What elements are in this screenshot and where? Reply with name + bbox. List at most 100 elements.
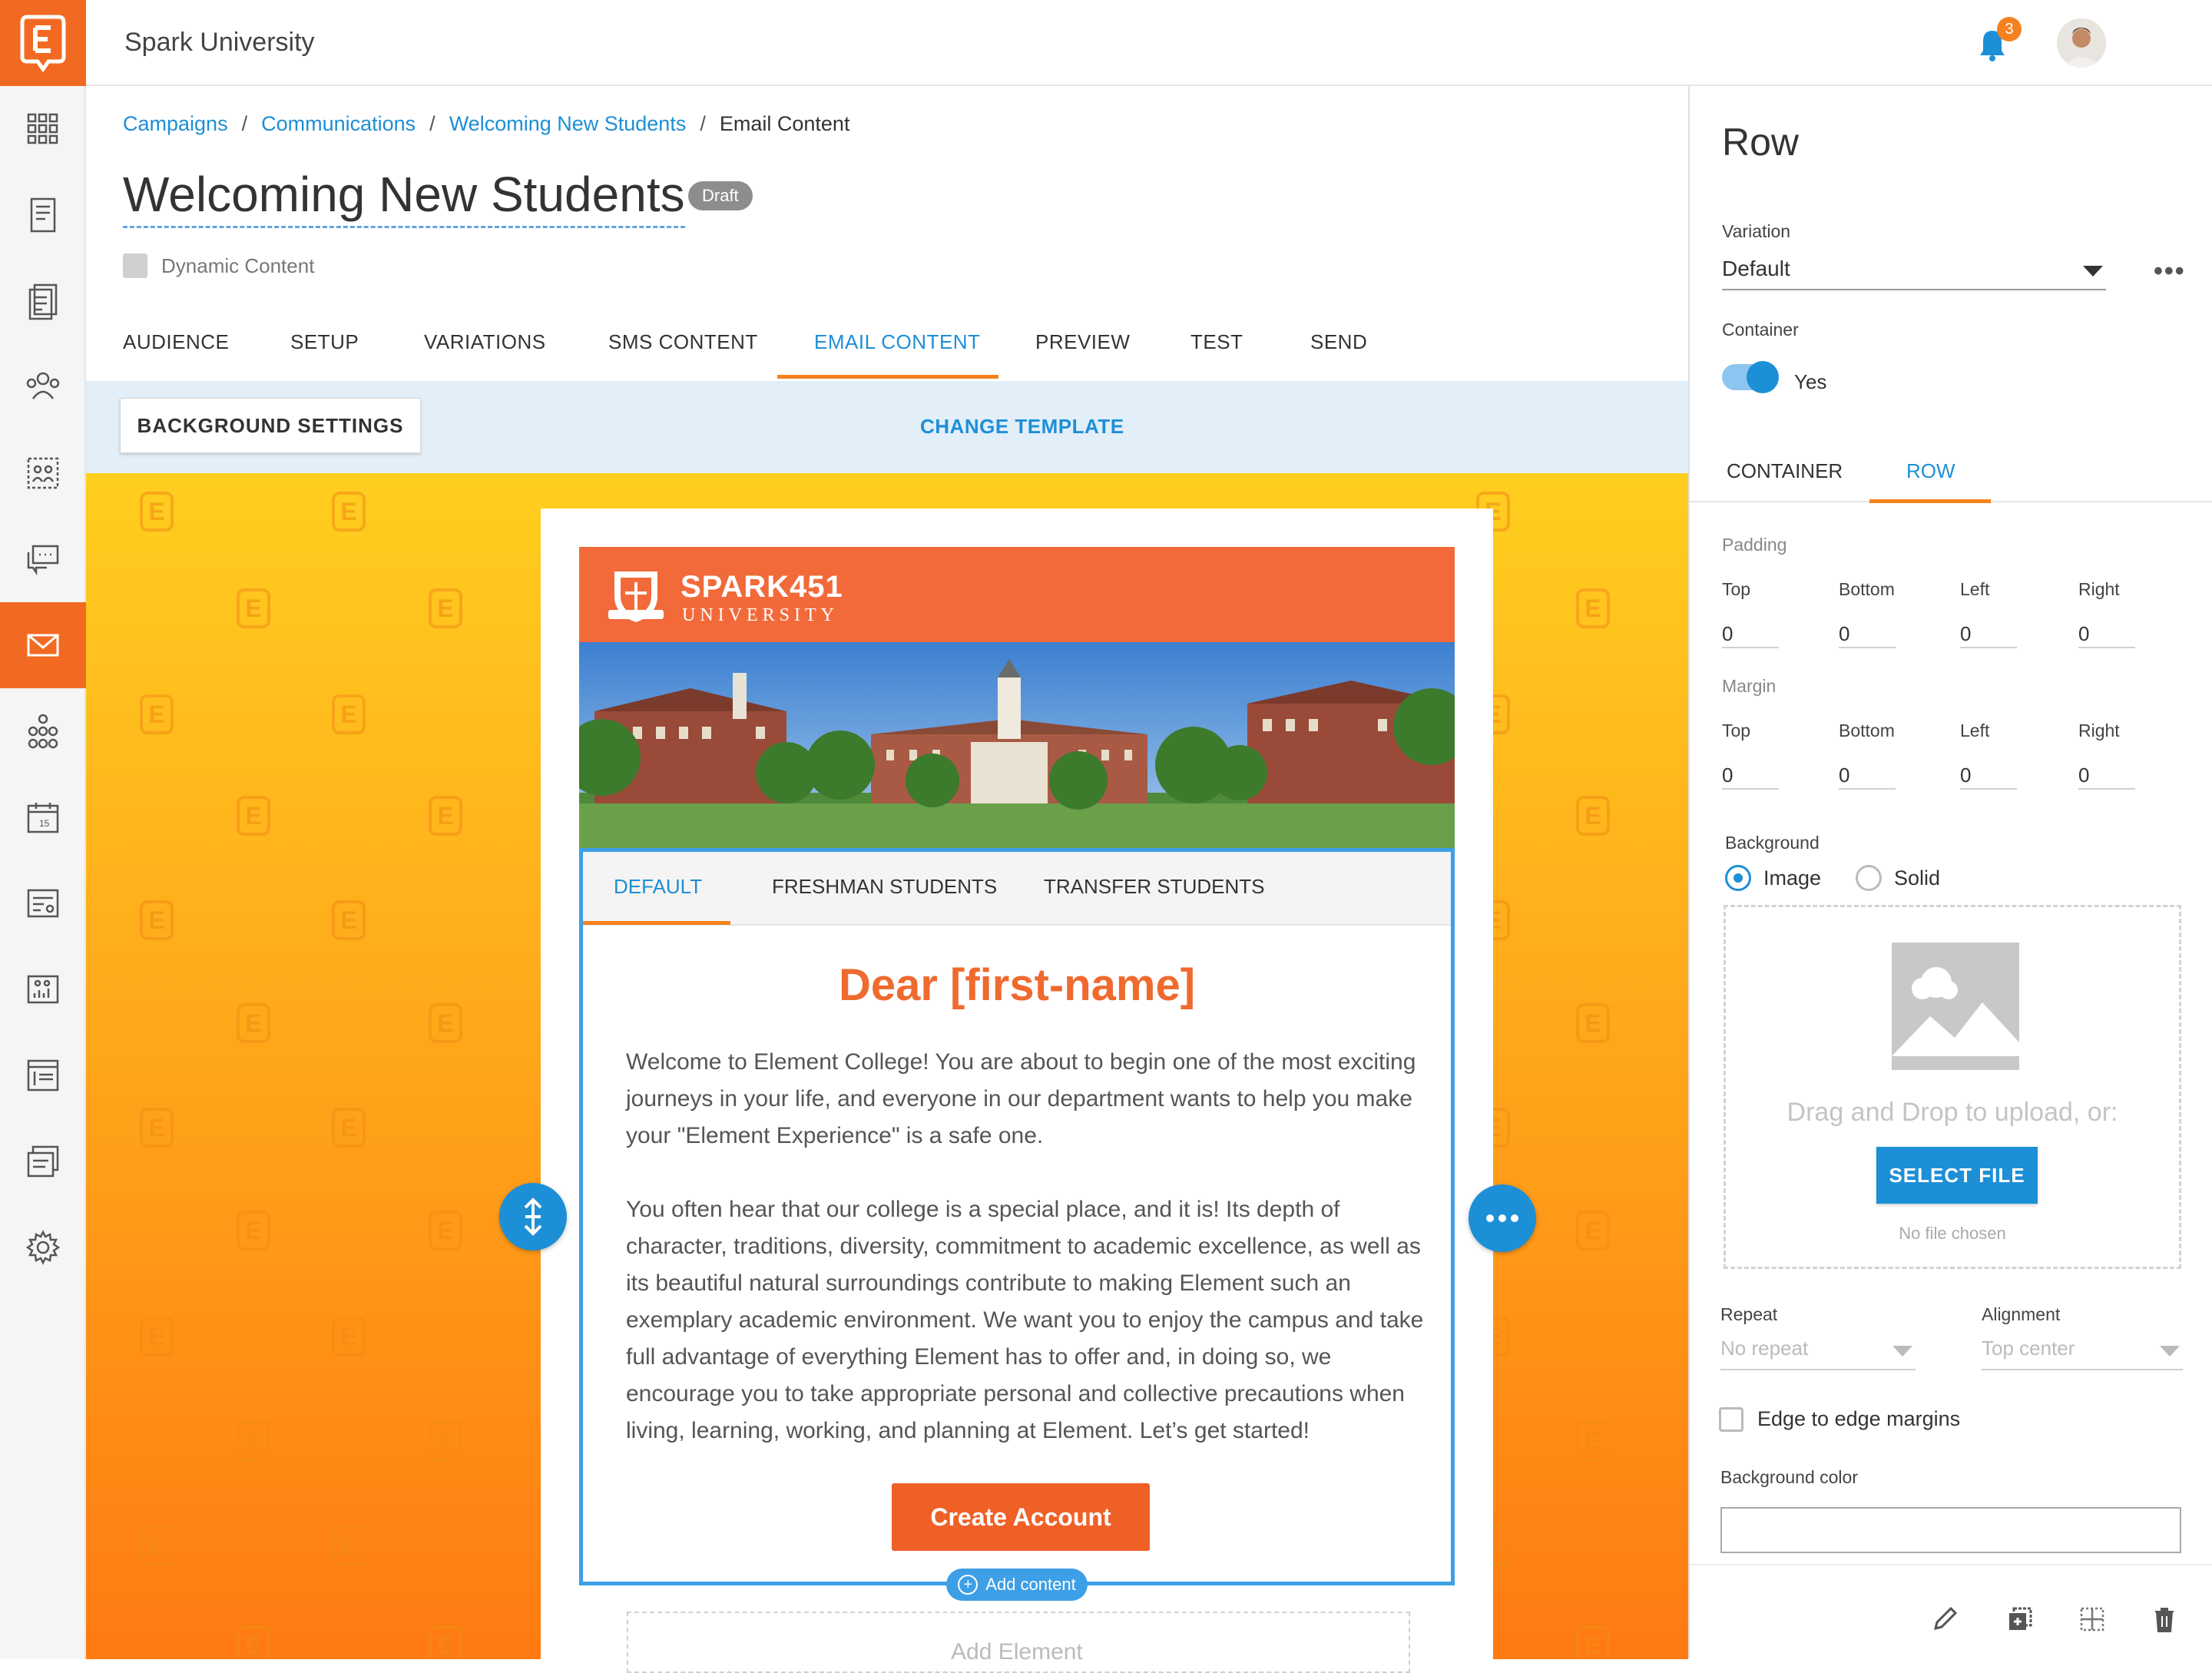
create-account-button[interactable]: Create Account: [892, 1483, 1150, 1551]
edit-pencil-icon[interactable]: [1929, 1604, 1960, 1635]
tab-container[interactable]: CONTAINER: [1727, 459, 1843, 483]
breadcrumb-link-welcoming[interactable]: Welcoming New Students: [449, 112, 687, 135]
top-bar: Spark University: [86, 0, 2212, 86]
margin-bottom-input[interactable]: 0: [1839, 759, 1896, 790]
editor-toolbar: BACKGROUND SETTINGS CHANGE TEMPLATE: [86, 381, 1688, 473]
delete-trash-icon[interactable]: [2149, 1604, 2180, 1635]
brand-subtitle: UNIVERSITY: [682, 605, 839, 625]
select-file-button[interactable]: SELECT FILE: [1876, 1147, 2038, 1204]
duplicate-icon[interactable]: [2005, 1604, 2035, 1635]
add-element-label[interactable]: Add Element: [951, 1639, 1083, 1665]
pattern-e-icon: E: [1576, 588, 1610, 628]
more-options-icon[interactable]: •••: [2154, 257, 2186, 287]
app-title: Spark University: [124, 28, 315, 57]
alignment-label: Alignment: [1982, 1304, 2061, 1324]
tab-row[interactable]: ROW: [1906, 459, 1955, 483]
pattern-e-icon: E: [429, 1211, 462, 1251]
vtab-default[interactable]: DEFAULT: [614, 875, 702, 899]
workflow-icon[interactable]: [0, 688, 86, 774]
grid-layout-icon[interactable]: [2077, 1604, 2108, 1635]
margin-right-input[interactable]: 0: [2078, 759, 2135, 790]
move-vertical-arrows-icon: [524, 1198, 542, 1236]
breadcrumb-link-communications[interactable]: Communications: [261, 112, 416, 135]
email-icon[interactable]: [0, 602, 86, 688]
tab-setup[interactable]: SETUP: [290, 330, 359, 354]
padding-right-input[interactable]: 0: [2078, 618, 2135, 648]
apps-grid-icon[interactable]: [0, 86, 86, 172]
margin-left-label: Left: [1960, 721, 1990, 740]
calendar-icon[interactable]: 15: [0, 774, 86, 860]
empty-element-slot[interactable]: Add Element: [627, 1612, 1410, 1673]
campaign-tabs: AUDIENCE SETUP VARIATIONS SMS CONTENT EM…: [86, 310, 1688, 381]
user-avatar[interactable]: [2057, 18, 2106, 68]
pattern-e-icon: E: [332, 900, 366, 940]
app-logo[interactable]: [0, 0, 86, 86]
variation-label: Variation: [1722, 221, 1791, 241]
background-settings-button[interactable]: BACKGROUND SETTINGS: [120, 398, 421, 453]
pattern-e-icon: E: [237, 1003, 270, 1043]
padding-left-label: Left: [1960, 579, 1990, 599]
tab-sms-content[interactable]: SMS CONTENT: [608, 330, 758, 354]
pages-icon[interactable]: [0, 1032, 86, 1118]
tab-audience[interactable]: AUDIENCE: [123, 330, 229, 354]
email-greeting[interactable]: Dear [first-name]: [583, 959, 1451, 1011]
change-template-link[interactable]: CHANGE TEMPLATE: [920, 415, 1124, 439]
settings-gear-icon[interactable]: [0, 1204, 86, 1290]
row-options-button[interactable]: [1469, 1184, 1536, 1252]
analytics-icon[interactable]: [0, 946, 86, 1032]
tab-variations[interactable]: VARIATIONS: [424, 330, 546, 354]
segments-icon[interactable]: [0, 430, 86, 516]
library-icon[interactable]: [0, 1118, 86, 1204]
pattern-e-icon: E: [429, 1625, 462, 1659]
bg-image-radio[interactable]: [1725, 865, 1751, 891]
tab-send[interactable]: SEND: [1310, 330, 1367, 354]
edge-to-edge-label: Edge to edge margins: [1757, 1407, 1961, 1430]
breadcrumb-link-campaigns[interactable]: Campaigns: [123, 112, 228, 135]
vtab-freshman-students[interactable]: FRESHMAN STUDENTS: [772, 875, 997, 899]
vtab-transfer-students[interactable]: TRANSFER STUDENTS: [1044, 875, 1264, 899]
pattern-e-icon: E: [140, 1317, 174, 1357]
pattern-e-icon: E: [1576, 1421, 1610, 1461]
padding-right-label: Right: [2078, 579, 2120, 599]
bg-solid-radio[interactable]: [1856, 865, 1882, 891]
margin-right-label: Right: [2078, 721, 2120, 740]
tab-test[interactable]: TEST: [1190, 330, 1243, 354]
add-content-button[interactable]: + Add content: [946, 1569, 1088, 1601]
email-header-block[interactable]: SPARK451 UNIVERSITY: [579, 547, 1455, 642]
variation-tabs: DEFAULT FRESHMAN STUDENTS TRANSFER STUDE…: [583, 852, 1451, 926]
reports-icon[interactable]: [0, 258, 86, 344]
margin-left-input[interactable]: 0: [1960, 759, 2017, 790]
document-icon[interactable]: [0, 172, 86, 258]
tab-preview[interactable]: PREVIEW: [1035, 330, 1130, 354]
email-paragraph-2[interactable]: You often hear that our college is a spe…: [626, 1191, 1425, 1449]
alignment-select[interactable]: Top center: [1982, 1337, 2183, 1370]
logo-icon: [20, 15, 66, 72]
edge-to-edge-checkbox[interactable]: [1719, 1407, 1743, 1432]
padding-top-label: Top: [1722, 579, 1751, 599]
forms-icon[interactable]: [0, 860, 86, 946]
properties-panel: Row Variation Default ••• Container Yes …: [1688, 86, 2212, 1659]
image-dropzone[interactable]: Drag and Drop to upload, or: SELECT FILE…: [1724, 905, 2181, 1269]
bgcolor-input[interactable]: [1720, 1507, 2181, 1553]
email-paragraph-1[interactable]: Welcome to Element College! You are abou…: [626, 1044, 1425, 1155]
margin-top-input[interactable]: 0: [1722, 759, 1779, 790]
container-toggle[interactable]: [1722, 361, 1779, 393]
variation-select[interactable]: Default: [1722, 257, 2106, 290]
selected-row-block[interactable]: DEFAULT FRESHMAN STUDENTS TRANSFER STUDE…: [579, 848, 1455, 1585]
padding-left-input[interactable]: 0: [1960, 618, 2017, 648]
contacts-icon[interactable]: [0, 344, 86, 430]
repeat-select[interactable]: No repeat: [1720, 1337, 1916, 1370]
messages-icon[interactable]: [0, 516, 86, 602]
padding-top-input[interactable]: 0: [1722, 618, 1779, 648]
pattern-e-icon: E: [332, 1108, 366, 1148]
padding-bottom-input[interactable]: 0: [1839, 618, 1896, 648]
move-row-button[interactable]: [499, 1183, 567, 1251]
left-rail: 15: [0, 0, 86, 1659]
pattern-e-icon: E: [140, 694, 174, 734]
page-title[interactable]: Welcoming New Students: [123, 167, 685, 229]
campus-photo[interactable]: [579, 642, 1455, 848]
margin-label: Margin: [1722, 676, 1777, 696]
tab-email-content[interactable]: EMAIL CONTENT: [814, 330, 980, 354]
dynamic-content-toggle[interactable]: Dynamic Content: [123, 253, 314, 278]
pattern-e-icon: E: [1576, 1211, 1610, 1251]
